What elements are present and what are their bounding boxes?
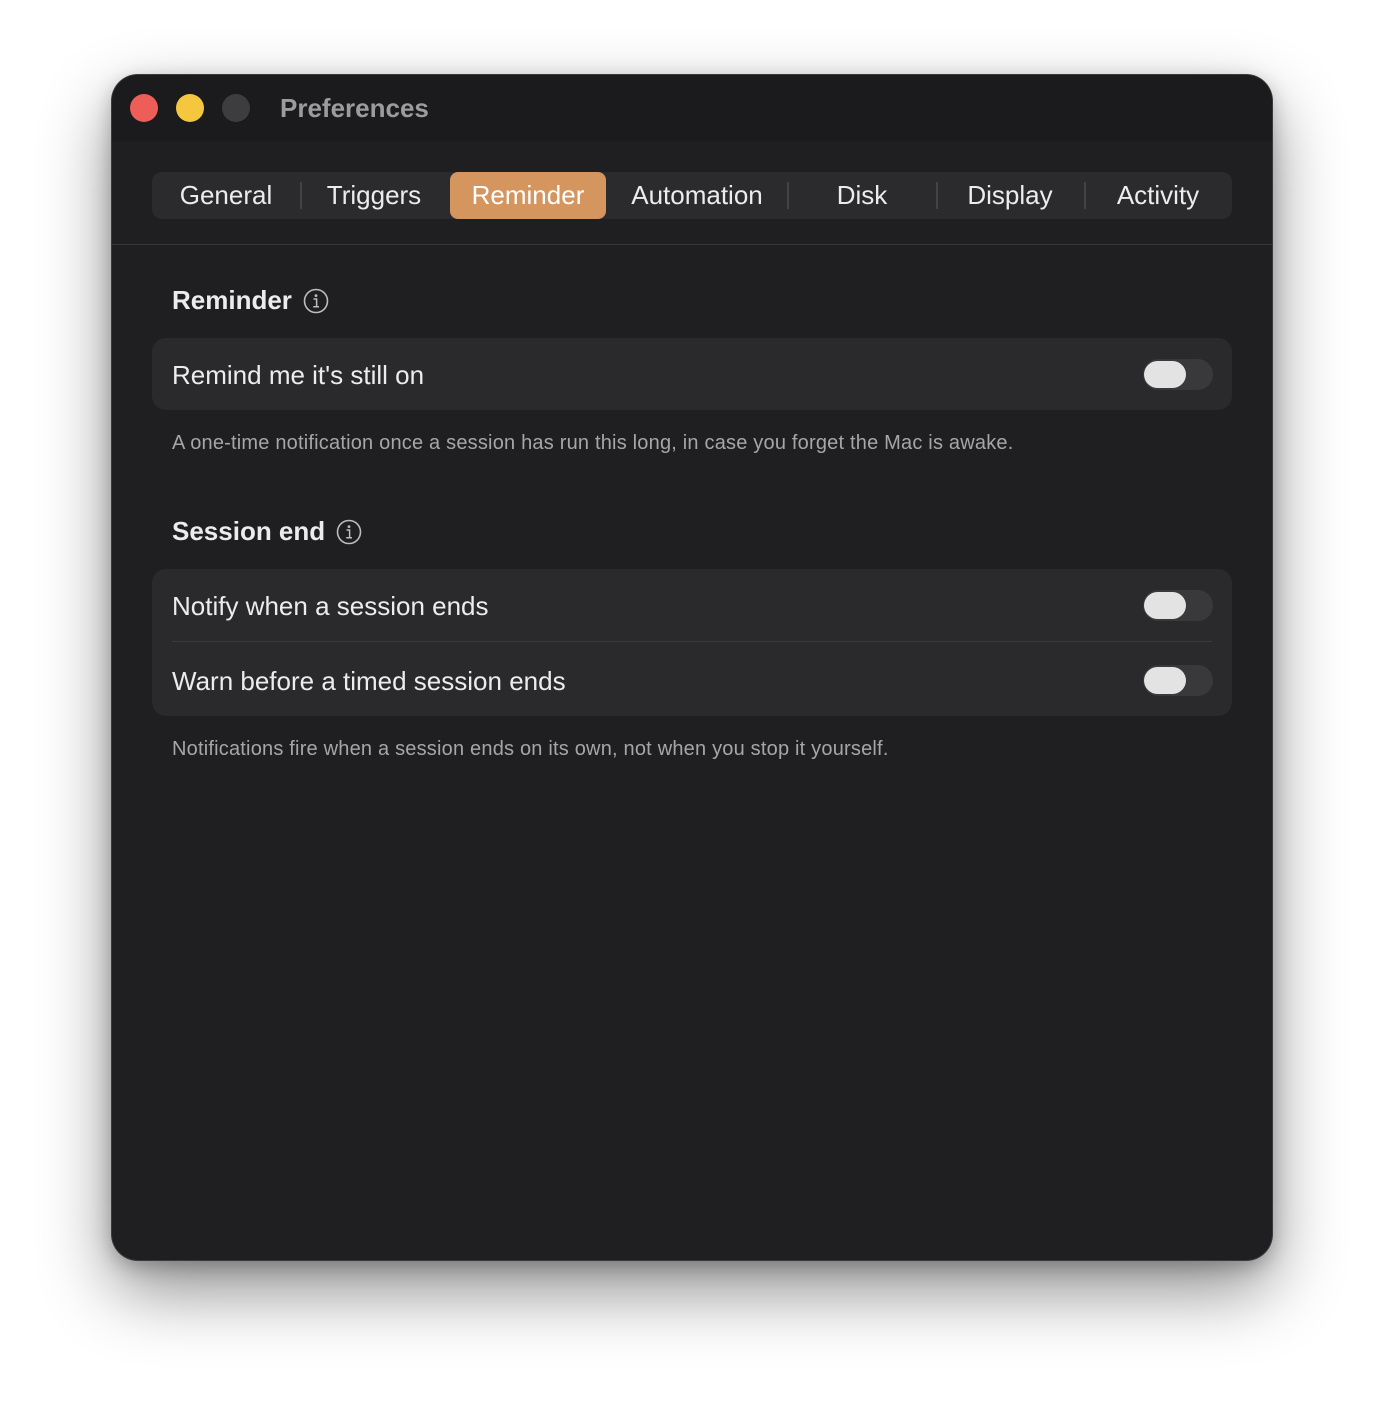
zoom-button[interactable]	[222, 94, 250, 122]
toggle-knob	[1144, 592, 1186, 619]
window-title: Preferences	[280, 93, 429, 123]
info-icon[interactable]	[303, 288, 329, 314]
notify-session-ends-row: Notify when a session ends	[152, 569, 1232, 642]
close-button[interactable]	[130, 94, 158, 122]
session-end-section-header: Session end	[172, 516, 362, 547]
warn-timed-session-row: Warn before a timed session ends	[152, 644, 1232, 716]
reminder-section-header: Reminder	[172, 285, 329, 316]
tab-disk[interactable]: Disk	[792, 172, 932, 219]
tab-separator	[787, 182, 789, 209]
preferences-window: Preferences General Triggers Reminder Au…	[112, 75, 1272, 1260]
reminder-section-title: Reminder	[172, 285, 292, 315]
tab-separator	[936, 182, 938, 209]
warn-timed-session-label: Warn before a timed session ends	[172, 666, 566, 696]
reminder-caption: A one-time notification once a session h…	[172, 432, 1014, 454]
toggle-knob	[1144, 361, 1186, 388]
remind-still-on-row: Remind me it's still on	[152, 338, 1232, 410]
warn-timed-session-toggle[interactable]	[1143, 665, 1213, 696]
minimize-button[interactable]	[176, 94, 204, 122]
tab-separator	[1084, 182, 1086, 209]
tab-separator	[300, 182, 302, 209]
remind-still-on-toggle[interactable]	[1143, 359, 1213, 390]
toolbar-divider	[112, 244, 1272, 245]
tab-triggers[interactable]: Triggers	[306, 172, 442, 219]
title-bar: Preferences	[112, 75, 1272, 141]
session-end-section-title: Session end	[172, 516, 326, 546]
tab-activity[interactable]: Activity	[1088, 172, 1228, 219]
info-icon[interactable]	[336, 519, 362, 545]
tab-display[interactable]: Display	[940, 172, 1080, 219]
session-end-card: Notify when a session ends Warn before a…	[152, 569, 1232, 716]
tab-reminder[interactable]: Reminder	[450, 172, 606, 219]
row-divider	[172, 641, 1212, 642]
session-end-caption: Notifications fire when a session ends o…	[172, 738, 889, 760]
tab-bar: General Triggers Reminder Automation Dis…	[152, 172, 1232, 219]
notify-session-ends-label: Notify when a session ends	[172, 591, 489, 621]
toggle-knob	[1144, 667, 1186, 694]
reminder-card: Remind me it's still on	[152, 338, 1232, 410]
remind-still-on-label: Remind me it's still on	[172, 360, 425, 390]
notify-session-ends-toggle[interactable]	[1143, 590, 1213, 621]
tab-automation[interactable]: Automation	[614, 172, 780, 219]
tab-general[interactable]: General	[158, 172, 294, 219]
